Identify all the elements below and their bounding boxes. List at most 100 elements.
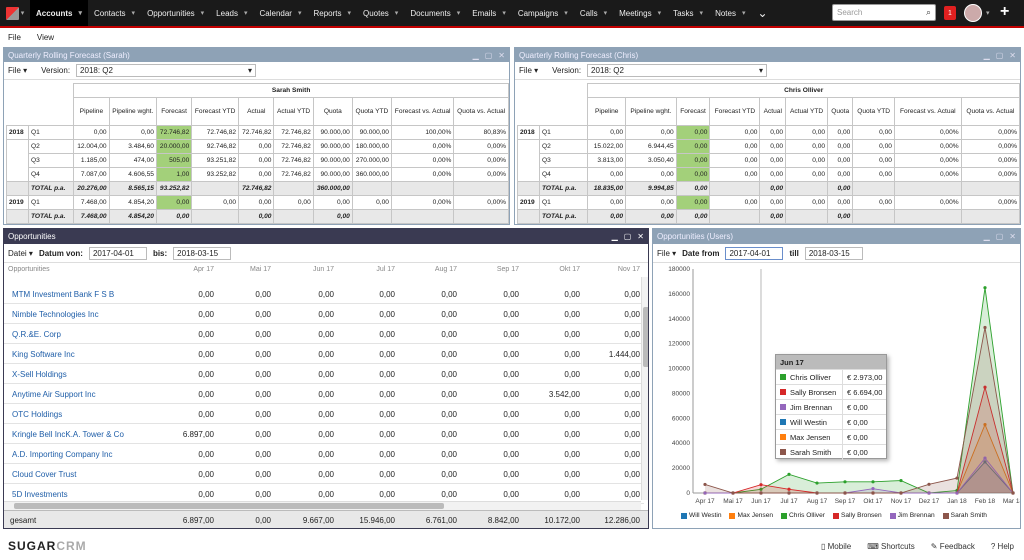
table-cell: 72.746,82 xyxy=(273,139,314,154)
maximize-icon[interactable]: ▢ xyxy=(485,51,493,60)
opportunity-link[interactable]: 5D Investments xyxy=(12,490,68,499)
nav-tab-meetings[interactable]: Meetings ▾ xyxy=(613,0,667,26)
date-from-input[interactable]: 2017-04-01 xyxy=(725,246,784,260)
opportunity-link[interactable]: Cloud Cover Trust xyxy=(12,470,76,479)
legend-item[interactable]: Max Jensen xyxy=(729,512,773,519)
opportunity-link[interactable]: King Software Inc xyxy=(12,350,75,359)
nav-tab-tasks[interactable]: Tasks ▾ xyxy=(667,0,709,26)
menu-view[interactable]: View xyxy=(29,33,62,42)
table-cell: 0,00% xyxy=(893,195,962,210)
legend-item[interactable]: Jim Brennan xyxy=(889,512,935,519)
minimize-icon[interactable]: ▁ xyxy=(984,232,990,241)
table-cell xyxy=(893,209,962,224)
table-cell: 0,00 xyxy=(73,125,110,140)
person-header: Sarah Smith xyxy=(73,83,509,98)
table-cell: 0,00 xyxy=(709,125,761,140)
table-cell: 0,00 xyxy=(318,370,334,379)
nav-tab-emails[interactable]: Emails ▾ xyxy=(466,0,512,26)
version-select[interactable]: 2018: Q2 ▾ xyxy=(587,64,768,77)
table-cell: 0,00 xyxy=(318,450,334,459)
forecast-table: Sarah Smith Pipeline Pipeline wght. Forecas… xyxy=(6,83,509,224)
table-cell: 0,00% xyxy=(960,195,1020,210)
date-to-input[interactable]: 2018-03-15 xyxy=(804,246,863,260)
nav-tab-calls[interactable]: Calls ▾ xyxy=(574,0,613,26)
more-modules-chevron-icon[interactable]: ⌄ xyxy=(751,0,773,26)
global-search-input[interactable]: Search ⌕ xyxy=(832,4,936,21)
close-icon[interactable]: ✕ xyxy=(1009,51,1016,60)
opportunity-link[interactable]: X-Sell Holdings xyxy=(12,370,67,379)
table-cell: 0,00 xyxy=(827,167,854,182)
nav-tab-calendar[interactable]: Calendar ▾ xyxy=(253,0,307,26)
footer-link-mobile[interactable]: ▯ Mobile xyxy=(821,542,851,551)
search-icon[interactable]: ⌕ xyxy=(926,7,931,18)
chart-legend: Will Westin Max Jensen Chris Olliver Sally … xyxy=(681,512,987,519)
footer-link-help[interactable]: ? Help xyxy=(991,542,1014,551)
version-select[interactable]: 2018: Q2 ▾ xyxy=(76,64,257,77)
avatar-chevron-down-icon[interactable]: ▾ xyxy=(986,9,990,17)
maximize-icon[interactable]: ▢ xyxy=(624,232,632,241)
table-cell: 505,00 xyxy=(155,153,193,168)
date-from-input[interactable]: 2017-04-01 xyxy=(88,246,147,260)
opportunity-link[interactable]: MTM Investment Bank F S B xyxy=(12,290,114,299)
legend-item[interactable]: Chris Olliver xyxy=(781,512,825,519)
table-cell: 1,00 xyxy=(155,167,193,182)
table-cell: 0,00% xyxy=(893,153,962,168)
nav-tab-reports[interactable]: Reports ▾ xyxy=(307,0,357,26)
file-menu[interactable]: File ▾ xyxy=(657,249,676,258)
file-menu[interactable]: Datei ▾ xyxy=(8,249,33,258)
table-cell: 0,00 xyxy=(255,490,271,499)
legend-item[interactable]: Will Westin xyxy=(681,512,721,519)
column-header: Forecast xyxy=(155,97,193,126)
table-row: OTC Holdings 0,00 0,00 0,00 0,00 0,00 0,00 0,00… xyxy=(4,404,644,424)
maximize-icon[interactable]: ▢ xyxy=(996,51,1004,60)
user-avatar[interactable] xyxy=(964,4,982,22)
table-cell: 72.746,82 xyxy=(191,125,240,140)
table-cell: 20.276,00 xyxy=(73,181,110,196)
opportunity-link[interactable]: A.D. Importing Company Inc xyxy=(12,450,112,459)
nav-tab-documents[interactable]: Documents ▾ xyxy=(404,0,466,26)
chevron-down-icon: ▾ xyxy=(657,10,662,17)
table-cell xyxy=(785,181,829,196)
date-to-input[interactable]: 2018-03-15 xyxy=(173,246,232,260)
vertical-scrollbar[interactable] xyxy=(641,277,648,500)
table-cell: 0,00 xyxy=(852,153,895,168)
table-cell: 0,00 xyxy=(564,330,580,339)
sugarcrm-logo[interactable]: SUGARCRM xyxy=(8,539,87,553)
legend-item[interactable]: Sally Bronsen xyxy=(832,512,882,519)
nav-tab-opportunities[interactable]: Opportunities ▾ xyxy=(141,0,210,26)
notification-badge[interactable]: 1 xyxy=(944,6,956,20)
nav-tab-campaigns[interactable]: Campaigns ▾ xyxy=(512,0,574,26)
legend-item[interactable]: Sarah Smith xyxy=(942,512,987,519)
opportunity-link[interactable]: Nimble Technologies Inc xyxy=(12,310,99,319)
footer-link-feedback[interactable]: ✎ Feedback xyxy=(931,542,975,551)
menu-file[interactable]: File xyxy=(0,33,29,42)
nav-tab-notes[interactable]: Notes ▾ xyxy=(709,0,751,26)
quick-create-plus-icon[interactable]: + xyxy=(1000,3,1009,21)
version-label: Version: xyxy=(41,66,71,75)
minimize-icon[interactable]: ▁ xyxy=(473,51,479,60)
table-cell: 0,00 xyxy=(624,450,640,459)
file-menu[interactable]: File ▾ xyxy=(519,66,538,75)
sugar-cube-logo-icon[interactable]: ▾ xyxy=(0,0,30,26)
horizontal-scrollbar[interactable] xyxy=(4,501,641,510)
opportunity-link[interactable]: Kringle Bell IncK.A. Tower & Co xyxy=(12,430,124,439)
footer-link-shortcuts[interactable]: ⌨ Shortcuts xyxy=(867,542,915,551)
close-icon[interactable]: ✕ xyxy=(637,232,644,241)
dashlet-forecast-sarah: Quarterly Rolling Forecast (Sarah) ▁ ▢ ✕ F… xyxy=(3,47,510,225)
table-cell: 0,00 xyxy=(709,139,761,154)
close-icon[interactable]: ✕ xyxy=(498,51,505,60)
nav-tab-quotes[interactable]: Quotes ▾ xyxy=(357,0,404,26)
opportunity-link[interactable]: Q.R.&E. Corp xyxy=(12,330,61,339)
opportunity-link[interactable]: OTC Holdings xyxy=(12,410,62,419)
maximize-icon[interactable]: ▢ xyxy=(996,232,1004,241)
file-menu[interactable]: File ▾ xyxy=(8,66,27,75)
minimize-icon[interactable]: ▁ xyxy=(984,51,990,60)
opportunity-link[interactable]: Anytime Air Support Inc xyxy=(12,390,96,399)
nav-tab-accounts[interactable]: Accounts ▾ xyxy=(30,0,88,26)
nav-tab-contacts[interactable]: Contacts ▾ xyxy=(88,0,141,26)
minimize-icon[interactable]: ▁ xyxy=(612,232,618,241)
close-icon[interactable]: ✕ xyxy=(1009,232,1016,241)
nav-tab-leads[interactable]: Leads ▾ xyxy=(210,0,253,26)
table-cell: 4.606,55 xyxy=(108,167,157,182)
table-cell: 0,00 xyxy=(441,350,457,359)
